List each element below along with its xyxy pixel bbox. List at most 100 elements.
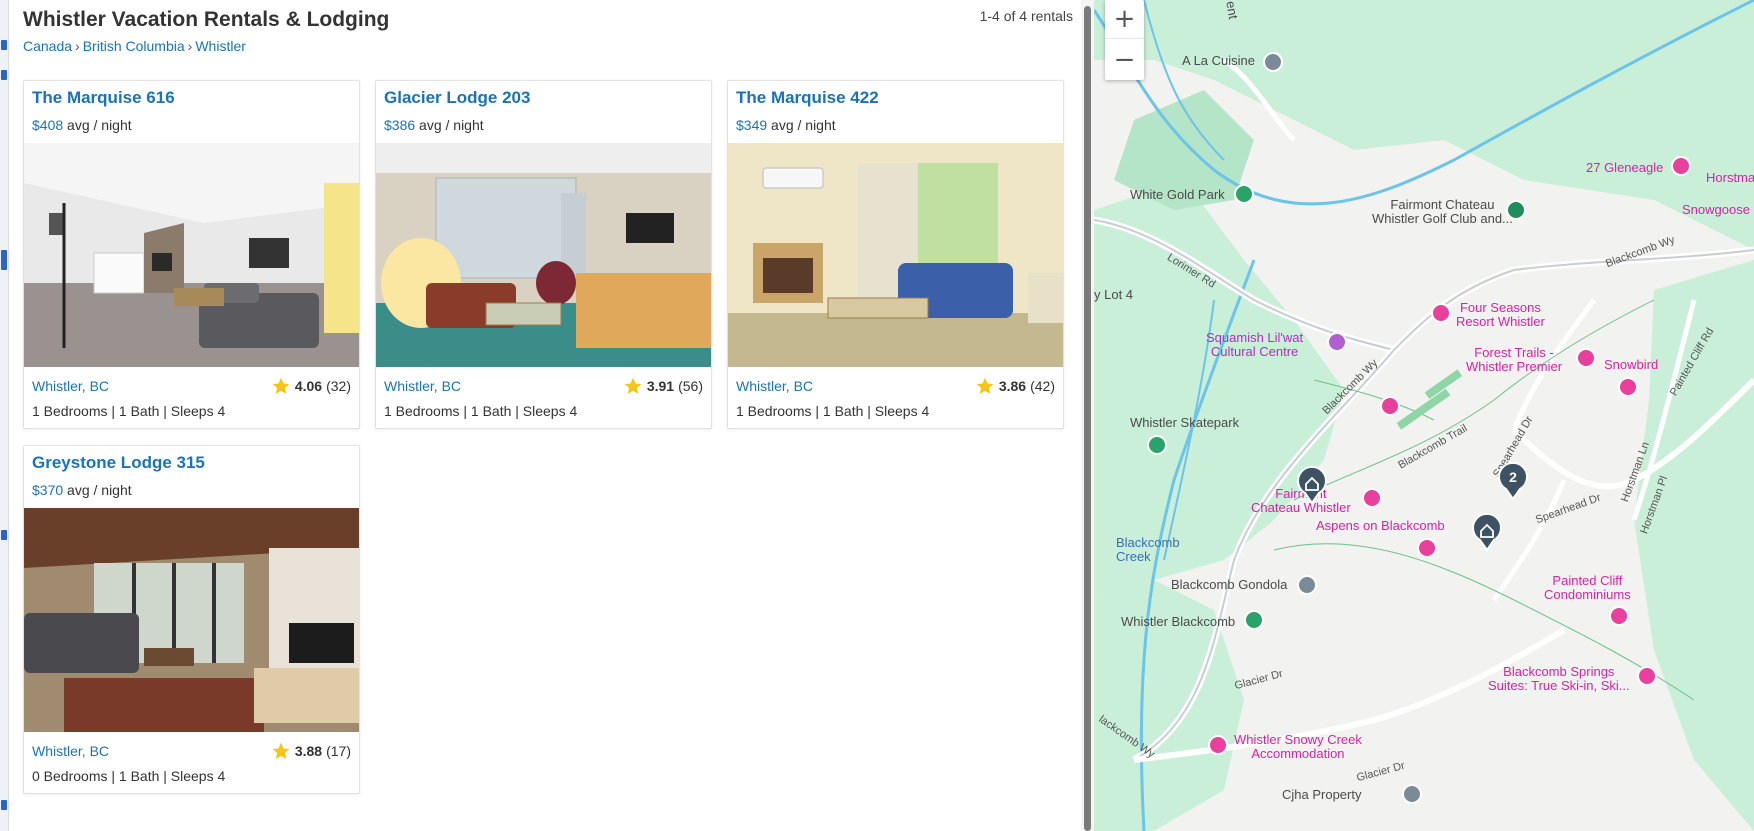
map-label-snowy-creek: Whistler Snowy Creek Accommodation: [1234, 732, 1362, 761]
poi-gondola-icon[interactable]: [1297, 575, 1317, 595]
listing-photo[interactable]: [728, 143, 1063, 367]
map-label-blackcomb-creek: Blackcomb Creek: [1116, 535, 1180, 564]
listing-details: 1 Bedrooms | 1 Bath | Sleeps 4: [384, 403, 578, 419]
price-suffix: avg / night: [771, 117, 836, 133]
listing-location[interactable]: Whistler, BC: [32, 378, 109, 394]
poi-hotel-icon[interactable]: [1637, 666, 1657, 686]
rating-score: 3.86: [998, 378, 1027, 394]
poi-hotel-icon[interactable]: [1671, 156, 1691, 176]
star-icon: [272, 377, 290, 394]
listing-details: 1 Bedrooms | 1 Bath | Sleeps 4: [32, 403, 226, 419]
poi-hotel-icon[interactable]: [1576, 348, 1596, 368]
price-suffix: avg / night: [419, 117, 484, 133]
star-icon: [976, 377, 994, 394]
listing-title[interactable]: Glacier Lodge 203: [384, 88, 530, 108]
listing-title[interactable]: The Marquise 616: [32, 88, 175, 108]
listing-price: $408 avg / night: [32, 117, 132, 133]
map-label-cjha-property: Cjha Property: [1282, 787, 1362, 802]
map-zoom-controls: + −: [1105, 0, 1144, 80]
poi-hotel-icon[interactable]: [1208, 735, 1228, 755]
price-amount: $370: [32, 482, 64, 498]
map-label-fairmont-golf: Fairmont Chateau Whistler Golf Club and.…: [1372, 197, 1513, 226]
poi-place-icon[interactable]: [1402, 784, 1422, 804]
rental-cluster-marker[interactable]: 2: [1497, 461, 1529, 501]
map-label-four-seasons: Four Seasons Resort Whistler: [1456, 300, 1545, 329]
poi-park-icon[interactable]: [1234, 184, 1254, 204]
zoom-out-button[interactable]: −: [1105, 40, 1144, 79]
listing-location[interactable]: Whistler, BC: [32, 743, 109, 759]
price-amount: $349: [736, 117, 768, 133]
breadcrumb-canada[interactable]: Canada: [23, 38, 72, 54]
rental-home-marker-icon[interactable]: [1471, 512, 1503, 552]
map-label-blackcomb-gondola: Blackcomb Gondola: [1171, 577, 1288, 592]
map-label-whistler-blackcomb: Whistler Blackcomb: [1121, 614, 1236, 629]
zoom-in-button[interactable]: +: [1105, 0, 1144, 39]
rental-home-marker-icon[interactable]: [1296, 465, 1328, 505]
map-label-whistler-skatepark: Whistler Skatepark: [1130, 415, 1240, 430]
listing-price: $370 avg / night: [32, 482, 132, 498]
listing-photo[interactable]: [24, 143, 359, 367]
listing-details: 1 Bedrooms | 1 Bath | Sleeps 4: [736, 403, 930, 419]
map[interactable]: + − ent A La Cuisine White Gold Park Fai…: [1094, 0, 1754, 831]
map-label-aspens-on-blackcomb: Aspens on Blackcomb: [1316, 518, 1445, 533]
review-count: (56): [678, 378, 703, 394]
poi-golf-icon[interactable]: [1506, 200, 1526, 220]
map-label-27-gleneagle: 27 Gleneagle: [1586, 160, 1664, 175]
price-amount: $408: [32, 117, 64, 133]
listing-card-greystone-lodge-315[interactable]: Greystone Lodge 315 $370 avg / night Whi…: [23, 445, 360, 794]
desktop-edge-strip: [0, 0, 9, 831]
listings-scrollbar[interactable]: [1081, 0, 1094, 831]
poi-ski-icon[interactable]: [1244, 610, 1264, 630]
review-count: (42): [1030, 378, 1055, 394]
listing-photo[interactable]: [24, 508, 359, 732]
map-label-snowgoose: Snowgoose: [1682, 202, 1750, 217]
listing-rating: 3.91 (56): [623, 376, 703, 396]
poi-hotel-icon[interactable]: [1417, 538, 1437, 558]
listing-card-marquise-422[interactable]: The Marquise 422 $349 avg / night Whistl…: [727, 80, 1064, 429]
listing-rating: 4.06 (32): [271, 376, 351, 396]
listing-card-marquise-616[interactable]: The Marquise 616 $408 avg / night Whistl…: [23, 80, 360, 429]
page-title: Whistler Vacation Rentals & Lodging: [23, 8, 390, 31]
poi-park-icon[interactable]: [1147, 435, 1167, 455]
poi-hotel-icon[interactable]: [1609, 606, 1629, 626]
listing-rating: 3.86 (42): [975, 376, 1055, 396]
map-label-horstman: Horstma: [1706, 170, 1754, 185]
listing-location[interactable]: Whistler, BC: [736, 378, 813, 394]
map-label-ent: ent: [1223, 0, 1242, 21]
map-label-forest-trails: Forest Trails - Whistler Premier: [1466, 345, 1563, 374]
listing-title[interactable]: Greystone Lodge 315: [32, 453, 205, 473]
price-suffix: avg / night: [67, 117, 132, 133]
breadcrumb-whistler[interactable]: Whistler: [195, 38, 246, 54]
breadcrumb: Canada › British Columbia › Whistler: [23, 38, 246, 54]
listings-panel: Whistler Vacation Rentals & Lodging 1-4 …: [9, 0, 1081, 831]
cluster-count: 2: [1509, 469, 1517, 485]
poi-hotel-icon[interactable]: [1431, 303, 1451, 323]
listing-price: $386 avg / night: [384, 117, 484, 133]
scrollbar-thumb[interactable]: [1084, 6, 1091, 831]
rating-score: 4.06: [294, 378, 323, 394]
review-count: (32): [326, 378, 351, 394]
map-label-lot-4: y Lot 4: [1094, 287, 1134, 302]
listing-title[interactable]: The Marquise 422: [736, 88, 879, 108]
poi-hotel-icon[interactable]: [1618, 377, 1638, 397]
review-count: (17): [326, 743, 351, 759]
listing-card-glacier-lodge-203[interactable]: Glacier Lodge 203 $386 avg / night Whist…: [375, 80, 712, 429]
app-window: Whistler Vacation Rentals & Lodging 1-4 …: [0, 0, 1754, 831]
poi-hotel-icon[interactable]: [1362, 488, 1382, 508]
listing-location[interactable]: Whistler, BC: [384, 378, 461, 394]
poi-hotel-icon[interactable]: [1380, 396, 1400, 416]
breadcrumb-british-columbia[interactable]: British Columbia: [83, 38, 185, 54]
star-icon: [272, 742, 290, 759]
map-label-snowbird: Snowbird: [1604, 357, 1659, 372]
listing-photo[interactable]: [376, 143, 711, 367]
breadcrumb-separator: ›: [187, 38, 193, 54]
price-amount: $386: [384, 117, 416, 133]
star-icon: [624, 377, 642, 394]
result-count: 1-4 of 4 rentals: [979, 8, 1073, 24]
poi-restaurant-icon[interactable]: [1263, 52, 1283, 72]
poi-museum-icon[interactable]: [1327, 332, 1347, 352]
rating-score: 3.88: [294, 743, 323, 759]
map-label-painted-cliff-condos: Painted Cliff Condominiums: [1544, 573, 1631, 602]
map-label-blackcomb-springs: Blackcomb Springs Suites: True Ski-in, S…: [1488, 664, 1630, 693]
listing-rating: 3.88 (17): [271, 741, 351, 761]
